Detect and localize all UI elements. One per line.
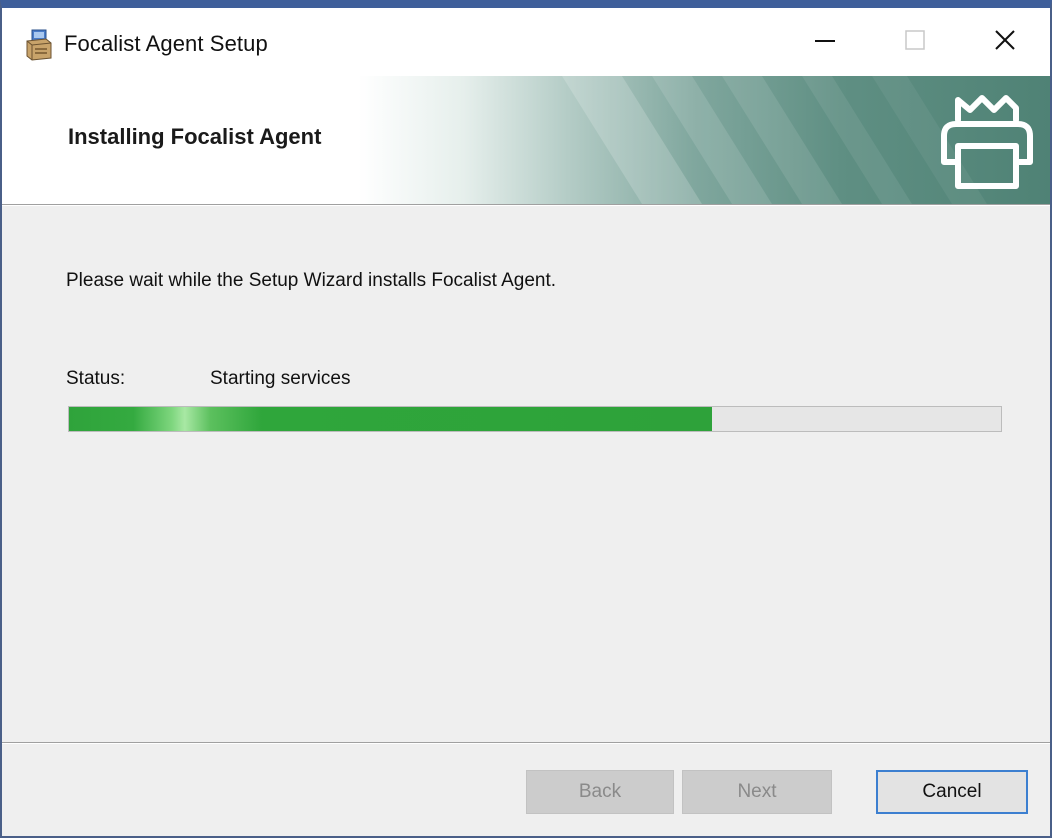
install-progress-bar xyxy=(68,406,1002,432)
footer-divider xyxy=(2,742,1050,744)
close-button[interactable] xyxy=(960,8,1050,76)
printer-icon xyxy=(930,86,1042,198)
wait-message: Please wait while the Setup Wizard insta… xyxy=(66,270,557,291)
maximize-button[interactable] xyxy=(870,8,960,76)
setup-window: Focalist Agent Setup Installing Focalist… xyxy=(0,0,1052,838)
progress-bar-fill xyxy=(69,407,713,431)
status-label: Status: xyxy=(66,368,126,389)
cancel-button[interactable]: Cancel xyxy=(876,770,1028,814)
next-button[interactable]: Next xyxy=(682,770,832,814)
back-button[interactable]: Back xyxy=(526,770,674,814)
minimize-icon xyxy=(814,29,836,56)
header-divider xyxy=(2,204,1050,206)
header-banner: Installing Focalist Agent xyxy=(2,76,1050,204)
installer-app-icon xyxy=(24,29,54,61)
window-title: Focalist Agent Setup xyxy=(64,31,268,56)
close-icon xyxy=(993,28,1017,57)
page-title: Installing Focalist Agent xyxy=(68,124,322,149)
minimize-button[interactable] xyxy=(780,8,870,76)
maximize-icon xyxy=(904,29,926,56)
status-value: Starting services xyxy=(210,368,351,389)
title-bar[interactable]: Focalist Agent Setup xyxy=(2,8,1050,76)
